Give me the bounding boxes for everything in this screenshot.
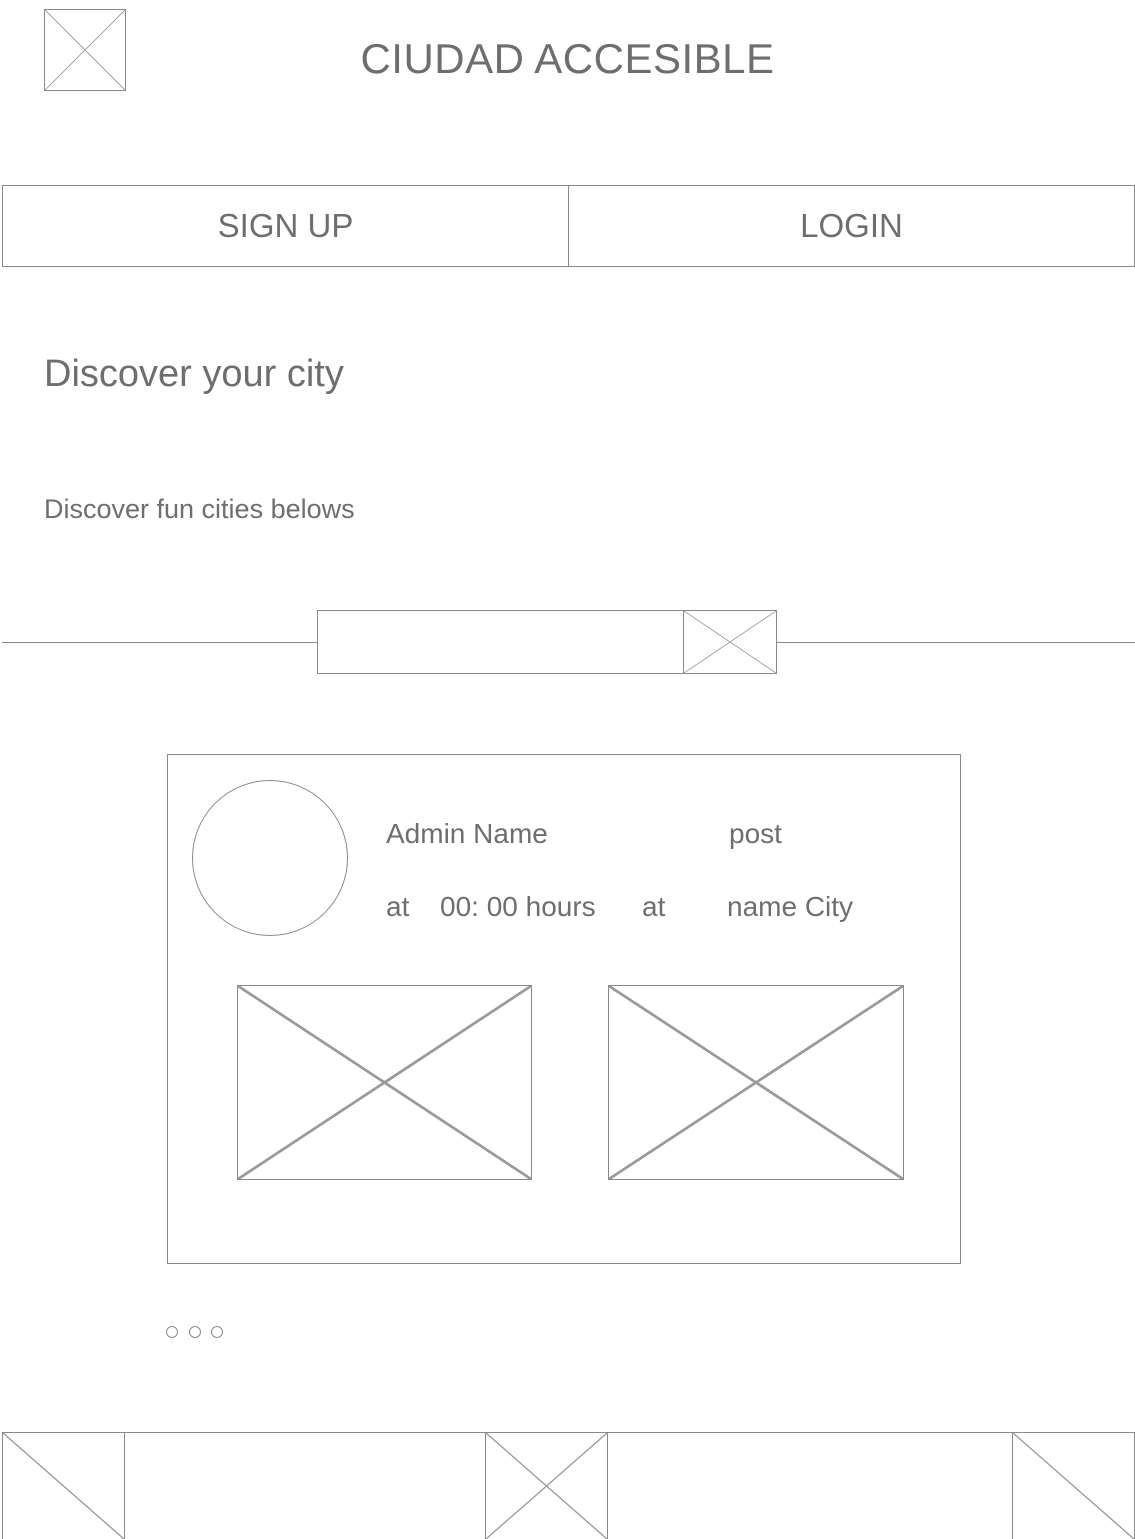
page-subtitle: Discover fun cities belows bbox=[44, 494, 355, 524]
post-image[interactable] bbox=[237, 985, 532, 1180]
app-title: CIUDAD ACCESIBLE bbox=[360, 35, 775, 82]
pagination-dot[interactable] bbox=[189, 1326, 201, 1338]
login-button[interactable]: LOGIN bbox=[568, 185, 1135, 267]
at-label: at bbox=[386, 891, 410, 922]
image-placeholder-icon bbox=[3, 1433, 124, 1539]
bottom-nav-item[interactable] bbox=[2, 1432, 125, 1539]
image-placeholder-icon bbox=[486, 1433, 607, 1539]
divider-line-right bbox=[776, 642, 1135, 643]
search-button[interactable] bbox=[683, 610, 777, 674]
bottom-nav-item[interactable] bbox=[485, 1432, 608, 1539]
pagination-dot[interactable] bbox=[166, 1326, 178, 1338]
search-input[interactable] bbox=[317, 610, 685, 674]
bottom-nav-item[interactable] bbox=[1012, 1432, 1135, 1539]
image-placeholder-icon bbox=[684, 611, 776, 673]
divider-line-left bbox=[2, 642, 318, 643]
city-name[interactable]: name City bbox=[727, 893, 853, 921]
image-placeholder-icon bbox=[1013, 1433, 1134, 1539]
pagination-dot[interactable] bbox=[211, 1326, 223, 1338]
avatar[interactable] bbox=[192, 780, 348, 936]
image-placeholder-icon bbox=[238, 986, 531, 1179]
page-title: Discover your city bbox=[44, 353, 344, 395]
at-label: at bbox=[642, 891, 666, 922]
image-placeholder-icon bbox=[609, 986, 903, 1179]
post-image[interactable] bbox=[608, 985, 904, 1180]
post-time: 00: 00 hours bbox=[440, 891, 596, 922]
sign-up-button[interactable]: SIGN UP bbox=[2, 185, 569, 267]
admin-name[interactable]: Admin Name bbox=[386, 820, 548, 848]
post-label: post bbox=[729, 818, 782, 849]
